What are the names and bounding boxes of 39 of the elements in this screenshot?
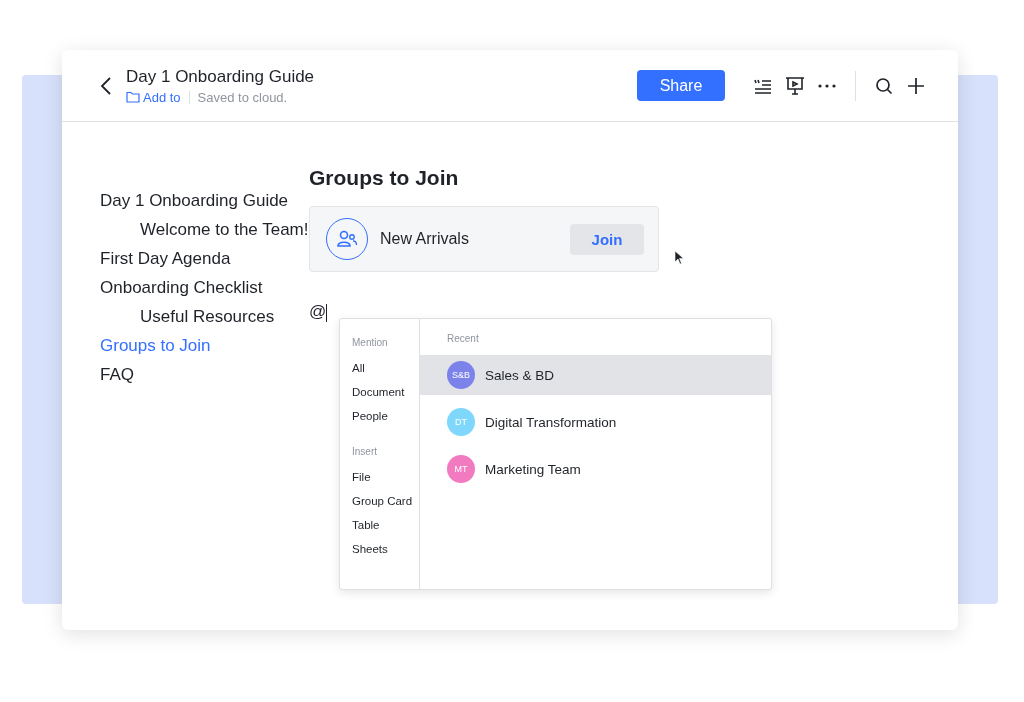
menu-section-title: Mention [352,337,389,348]
recent-group-row[interactable]: MT Marketing Team [420,449,771,489]
text-caret [326,303,328,322]
typed-text: @ [309,302,327,321]
outline-item[interactable]: Welcome to the Team! [140,215,309,244]
outline-item[interactable]: Groups to Join [100,331,211,360]
mouse-pointer-icon [674,250,684,265]
menu-section-title: Insert [352,446,378,457]
menu-item[interactable]: Table [350,513,380,537]
group-name: New Arrivals [380,230,470,248]
menu-item[interactable]: Group Card [350,489,413,513]
outline-item[interactable]: Day 1 Onboarding Guide [100,186,289,215]
outline-item[interactable]: First Day Agenda [100,244,231,273]
menu-item[interactable]: Document [350,380,405,404]
menu-item[interactable]: All [350,356,365,380]
recent-group-row[interactable]: S&B Sales & BD [420,355,771,395]
share-button[interactable]: Share [637,70,725,101]
group-avatar: S&B [447,361,475,389]
group-avatar: DT [447,408,475,436]
group-name: Digital Transformation [485,414,617,430]
group-avatar: MT [447,455,475,483]
save-status: Saved to cloud. [197,89,288,105]
back-icon[interactable] [100,75,112,96]
menu-item[interactable]: People [350,404,388,428]
outline-item[interactable]: Useful Resources [140,302,275,331]
presentation-icon[interactable] [784,74,806,97]
outline-item[interactable]: FAQ [100,360,134,389]
section-heading: Groups to Join [309,166,460,190]
add-to-link[interactable]: Add to [126,89,181,105]
recent-title: Recent [446,333,480,344]
menu-item[interactable]: Sheets [350,537,388,561]
folder-icon [126,91,140,103]
menu-item[interactable]: File [350,465,371,489]
document-title: Day 1 Onboarding Guide [126,66,316,87]
outline-item[interactable]: Onboarding Checklist [100,273,263,302]
recent-group-row[interactable]: DT Digital Transformation [420,402,771,442]
group-name: Marketing Team [485,461,581,477]
group-name: Sales & BD [485,367,555,383]
people-icon [336,229,358,249]
